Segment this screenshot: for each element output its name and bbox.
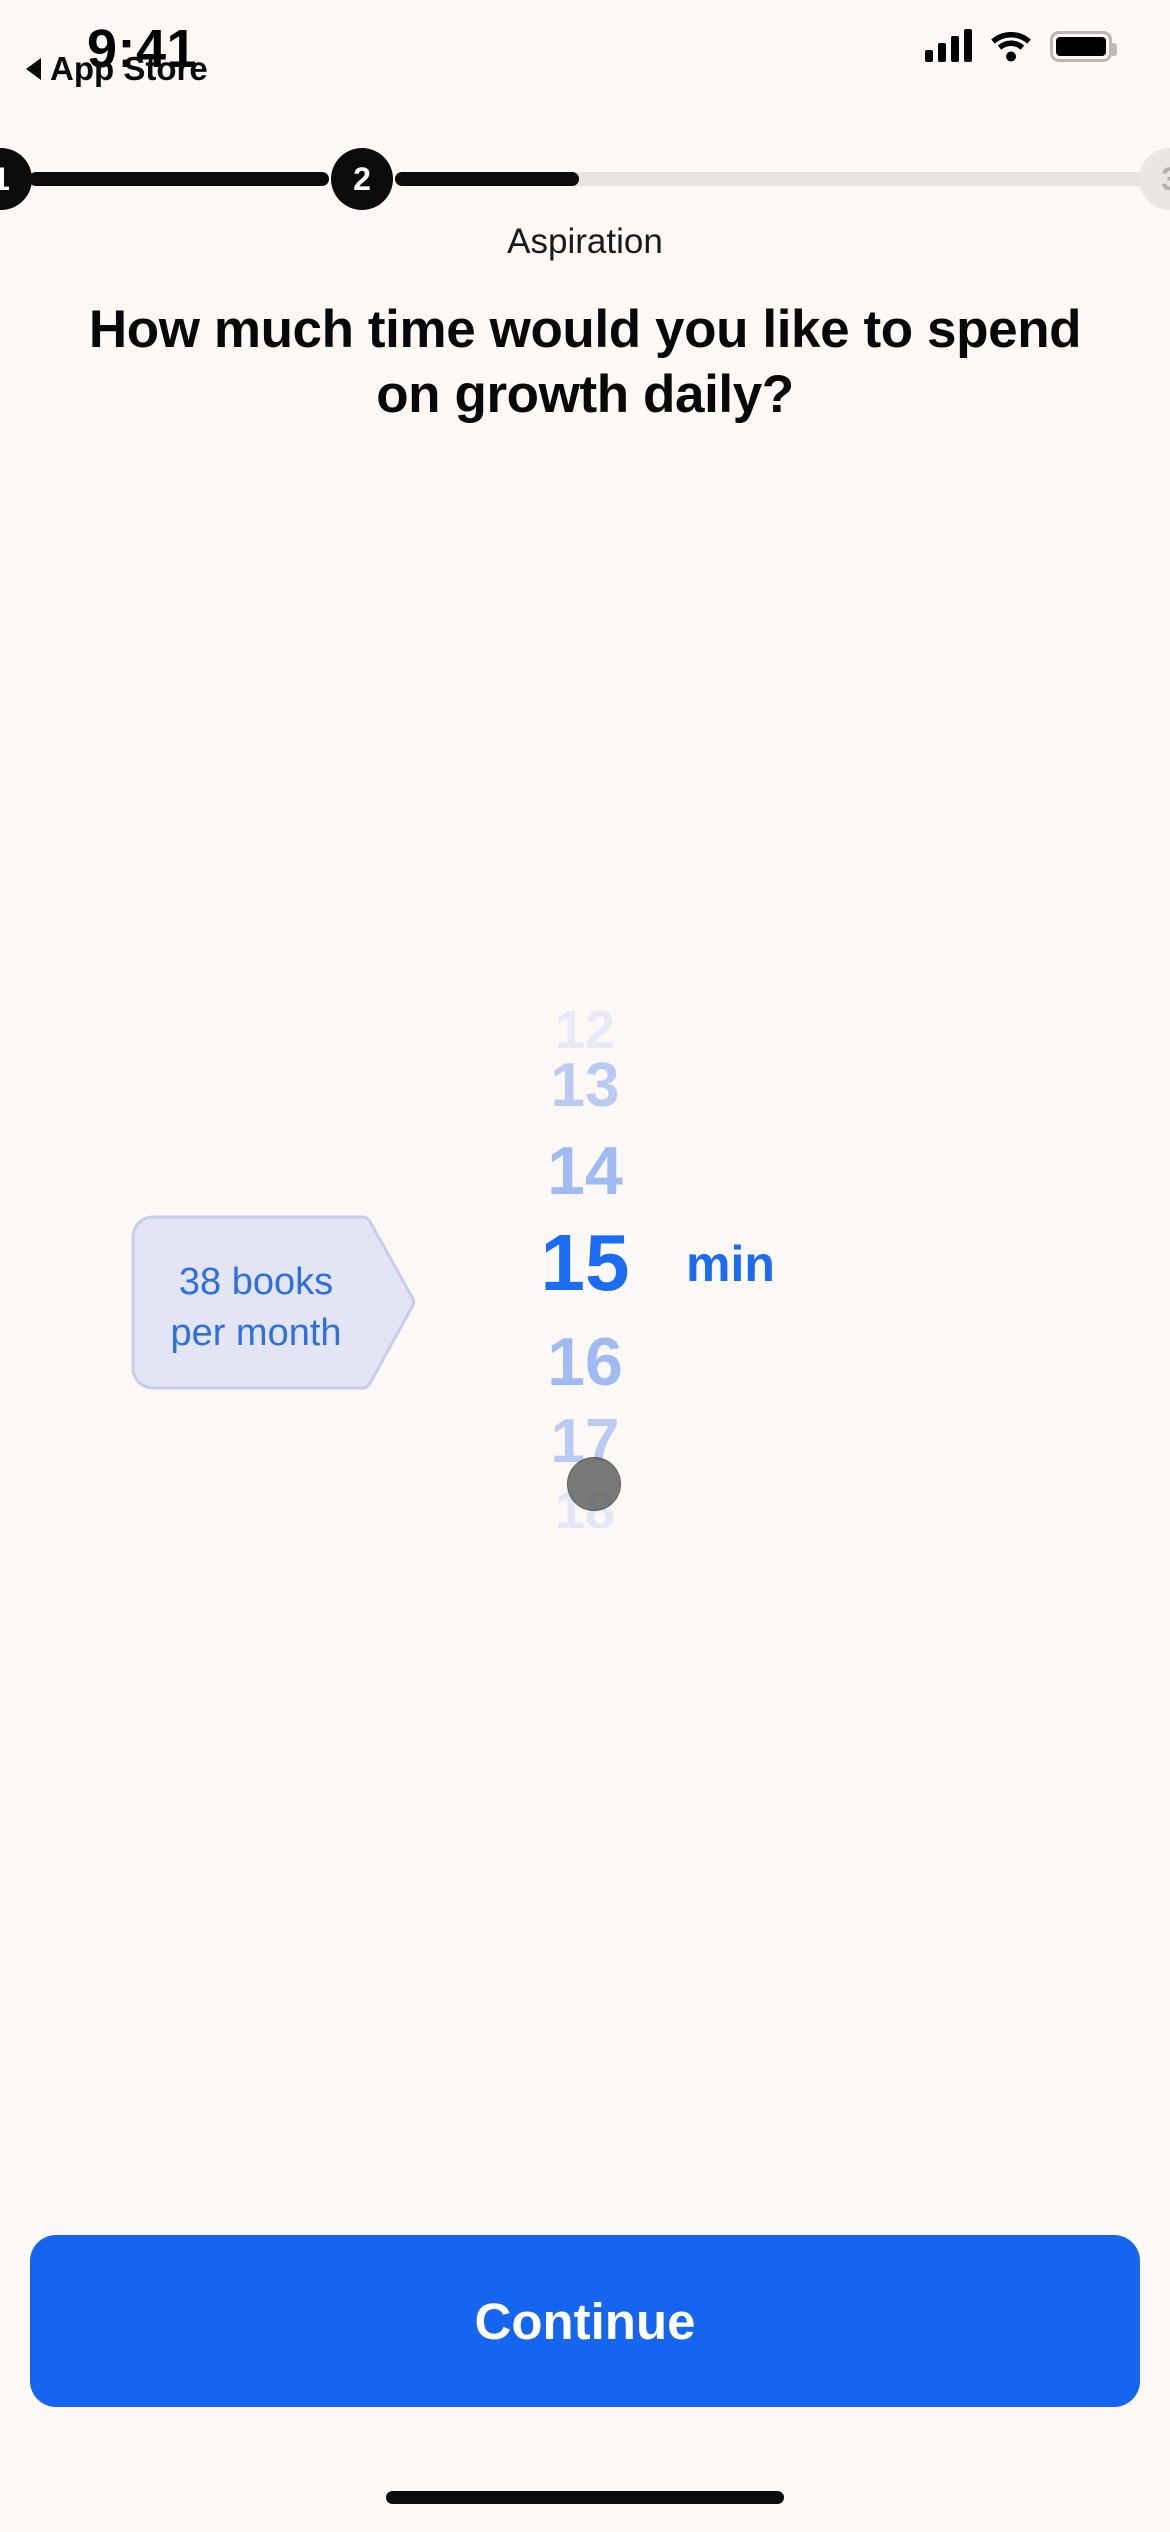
- wifi-icon: [990, 30, 1032, 62]
- stepper-step-1[interactable]: 1: [0, 148, 32, 210]
- stepper-current-label: Aspiration: [507, 222, 663, 261]
- status-icons: [925, 29, 1117, 62]
- tooltip-line-2: per month: [170, 1311, 342, 1354]
- touch-cursor-indicator: [567, 1457, 621, 1511]
- phone-screen: 9:41 App Store 1 2 3 Aspiration How much…: [0, 0, 1170, 2532]
- books-per-month-tooltip: 38 books per month: [131, 1215, 416, 1390]
- back-link-label: App Store: [50, 50, 208, 87]
- tooltip-text: 38 books per month: [131, 1257, 381, 1359]
- stepper-bar-1: [29, 172, 329, 186]
- stepper-step-3[interactable]: 3: [1139, 148, 1170, 210]
- picker-unit-label: min: [686, 1236, 775, 1292]
- picker-option[interactable]: 14: [0, 1137, 1170, 1205]
- cellular-signal-icon: [925, 29, 972, 62]
- tooltip-line-1: 38 books: [178, 1261, 334, 1303]
- stepper-step-2[interactable]: 2: [331, 148, 393, 210]
- picker-option[interactable]: 12: [0, 1003, 1170, 1057]
- back-to-app-store-link[interactable]: App Store: [26, 50, 208, 88]
- battery-icon: [1050, 30, 1117, 62]
- continue-button[interactable]: Continue: [30, 2235, 1140, 2407]
- picker-option[interactable]: 13: [0, 1055, 1170, 1117]
- home-indicator: [386, 2491, 784, 2504]
- page-title: How much time would you like to spend on…: [88, 300, 1082, 424]
- progress-stepper: 1 2 3: [0, 148, 1170, 210]
- stepper-bar-2-fill: [395, 172, 579, 186]
- back-caret-icon: [26, 58, 41, 80]
